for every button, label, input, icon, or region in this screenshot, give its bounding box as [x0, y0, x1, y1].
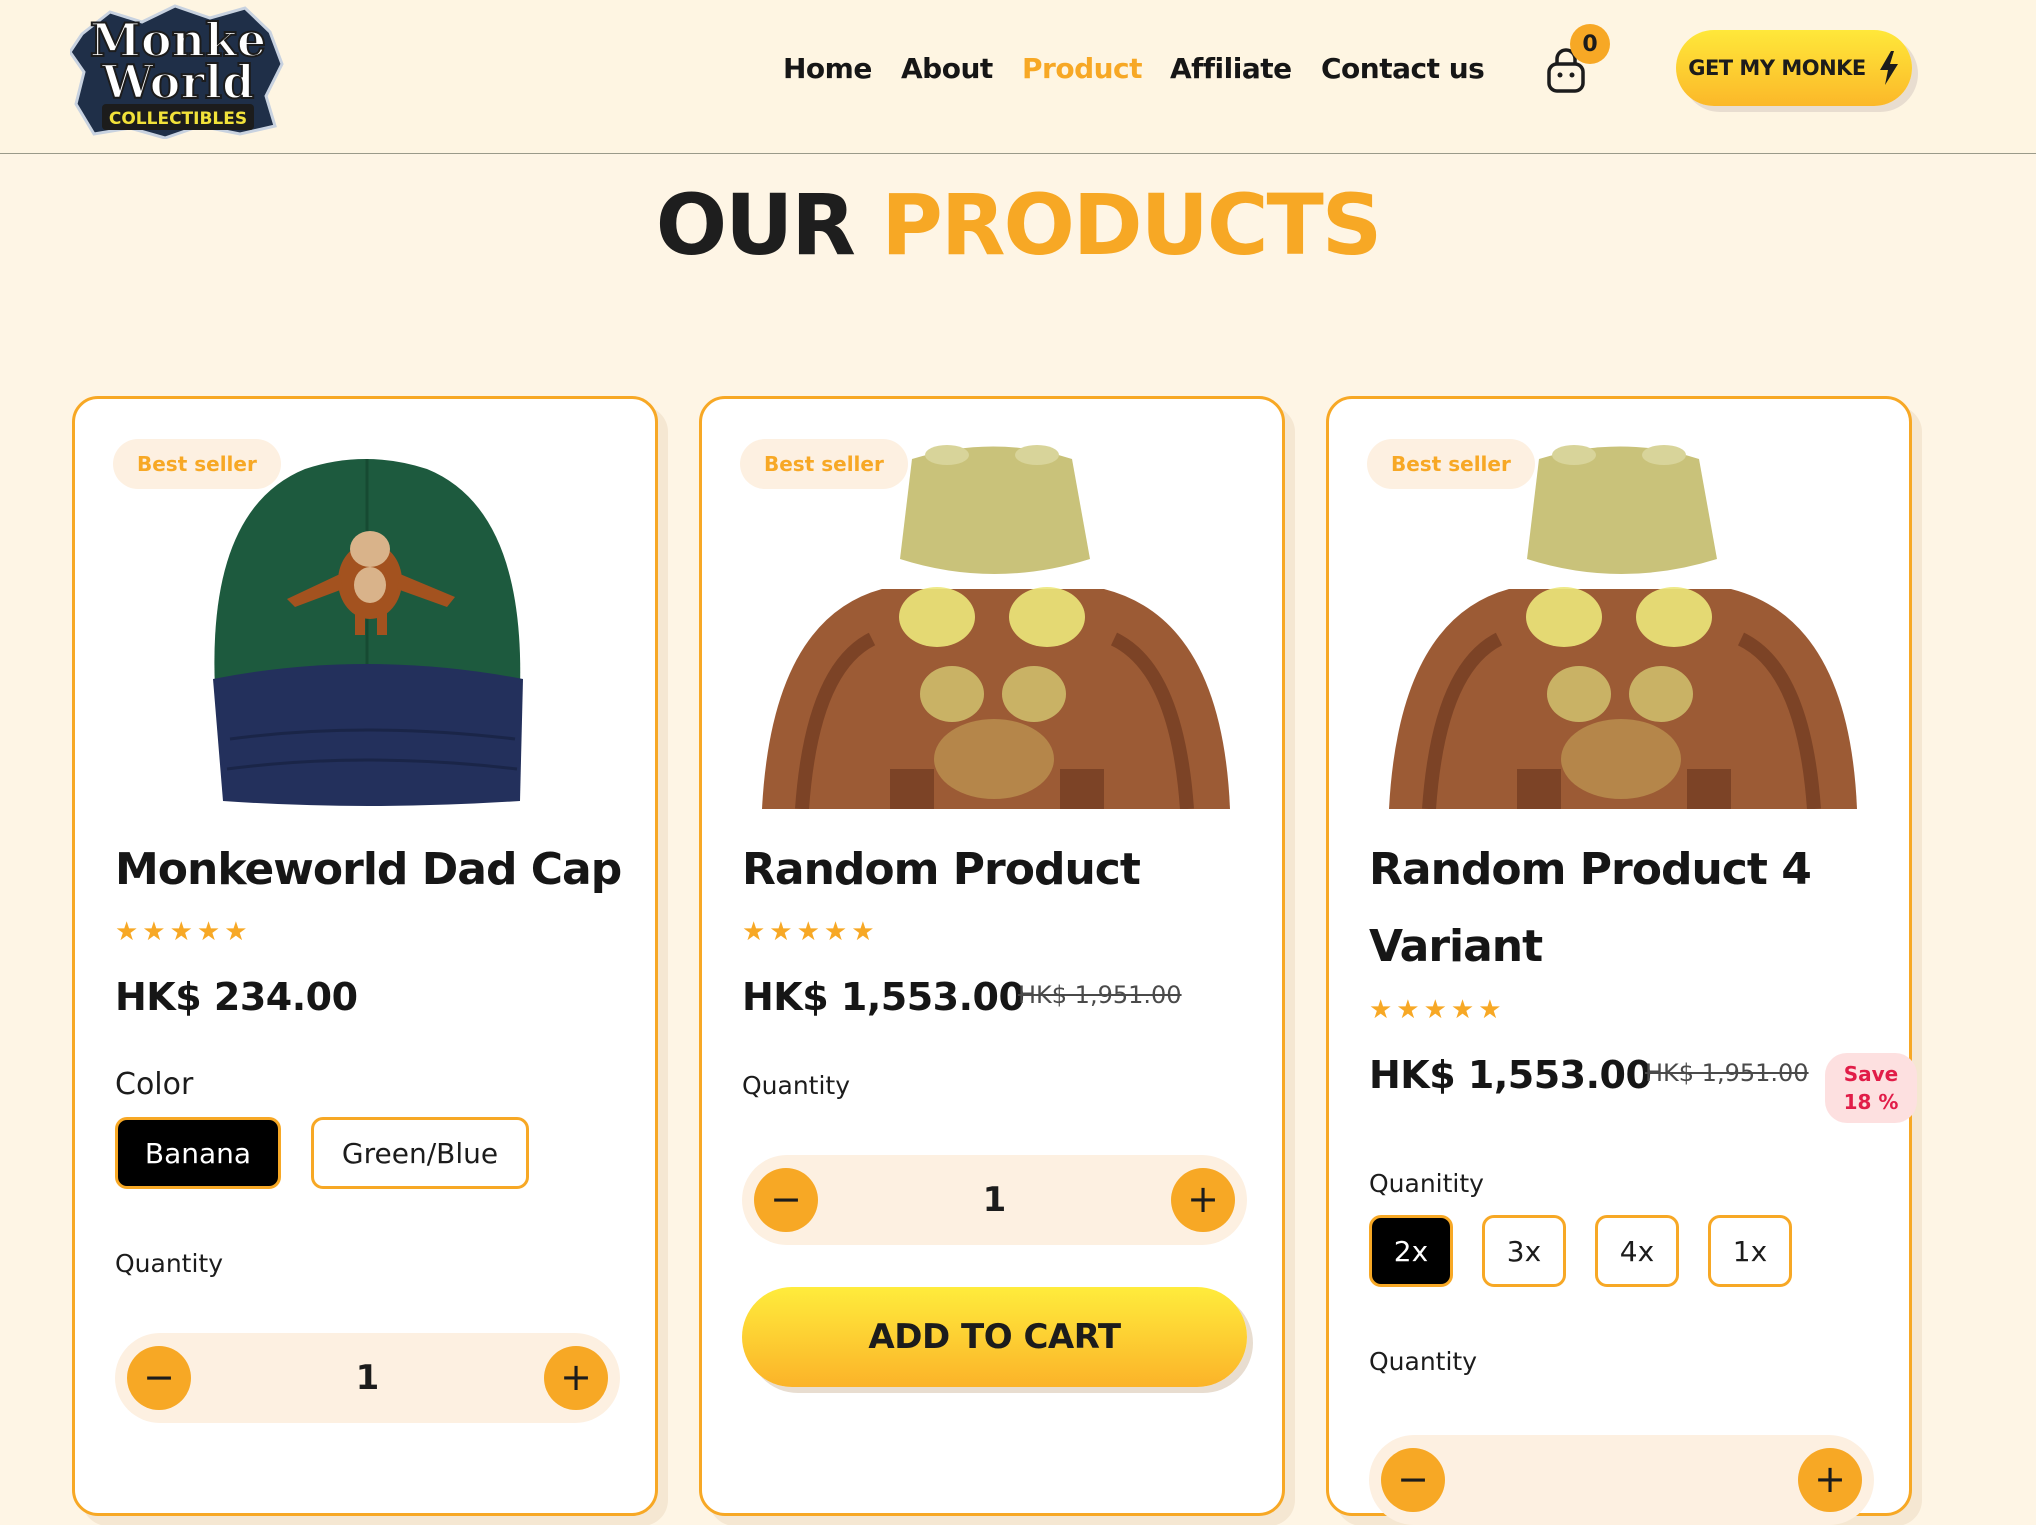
quantity-stepper: − 1 +: [742, 1155, 1247, 1245]
save-label: Save: [1843, 1062, 1899, 1086]
site-header: Monke World COLLECTIBLES Home About Prod…: [0, 0, 2036, 154]
product-price: HK$ 1,553.00: [1369, 1053, 1652, 1097]
best-seller-badge: Best seller: [1367, 439, 1535, 489]
gorilla-toy-image[interactable]: [1369, 439, 1874, 809]
star-rating: ★★★★★: [115, 917, 252, 947]
increase-quantity-button[interactable]: +: [544, 1346, 608, 1410]
best-seller-badge: Best seller: [113, 439, 281, 489]
increase-quantity-button[interactable]: +: [1798, 1448, 1862, 1512]
title-our: OUR: [655, 176, 856, 274]
color-option-banana[interactable]: Banana: [115, 1117, 281, 1189]
product-price: HK$ 1,553.00: [742, 975, 1025, 1019]
cta-label: GET MY MONKE: [1688, 56, 1866, 80]
save-percent-badge: Save 18 %: [1825, 1053, 1917, 1123]
logo-tagline: COLLECTIBLES: [109, 109, 247, 129]
dad-cap-image[interactable]: [115, 439, 620, 809]
nav-home[interactable]: Home: [783, 52, 872, 85]
nav-affiliate[interactable]: Affiliate: [1170, 52, 1292, 85]
quantity-label: Quantity: [742, 1071, 851, 1100]
product-name[interactable]: Random Product: [742, 831, 1252, 908]
product-price: HK$ 234.00: [115, 975, 358, 1019]
star-rating: ★★★★★: [1369, 995, 1506, 1025]
save-percent: 18 %: [1843, 1090, 1899, 1114]
page-title: OUR PRODUCTS: [0, 170, 2036, 280]
nav-product[interactable]: Product: [1022, 52, 1143, 85]
decrease-quantity-button[interactable]: −: [1381, 1448, 1445, 1512]
get-my-monke-button[interactable]: GET MY MONKE: [1676, 30, 1912, 106]
star-rating: ★★★★★: [742, 917, 879, 947]
original-price: HK$ 1,951.00: [1645, 1059, 1809, 1087]
best-seller-badge: Best seller: [740, 439, 908, 489]
pack-option-4x[interactable]: 4x: [1595, 1215, 1679, 1287]
original-price: HK$ 1,951.00: [1018, 981, 1182, 1009]
pack-option-2x[interactable]: 2x: [1369, 1215, 1453, 1287]
lightning-bolt-icon: [1879, 51, 1898, 85]
color-label: Color: [115, 1067, 194, 1102]
nav-contact-us[interactable]: Contact us: [1321, 52, 1485, 85]
monke-world-logo[interactable]: Monke World COLLECTIBLES: [70, 4, 285, 139]
color-option-green-blue[interactable]: Green/Blue: [311, 1117, 529, 1189]
pack-option-1x[interactable]: 1x: [1708, 1215, 1792, 1287]
product-name[interactable]: Monkeworld Dad Cap: [115, 831, 625, 908]
product-card-random-product: Best seller Random Product ★★★★★ HK$ 1,5…: [699, 396, 1285, 1516]
product-name-line2[interactable]: Variant: [1369, 908, 1879, 985]
quantity-label: Quantity: [1369, 1347, 1478, 1376]
product-name-line1[interactable]: Random Product 4: [1369, 831, 1879, 908]
pack-option-3x[interactable]: 3x: [1482, 1215, 1566, 1287]
quantity-label: Quantity: [115, 1249, 224, 1278]
nav-about[interactable]: About: [901, 52, 993, 85]
cart-count-badge: 0: [1570, 24, 1610, 64]
add-to-cart-button[interactable]: ADD TO CART: [742, 1287, 1247, 1387]
product-card-dad-cap: Best seller Monkeworld Dad Cap ★★★★★ HK$…: [72, 396, 658, 1516]
title-products: PRODUCTS: [881, 176, 1382, 274]
quanitity-label: Quanitity: [1369, 1169, 1484, 1198]
quantity-stepper: − +: [1369, 1435, 1874, 1525]
increase-quantity-button[interactable]: +: [1171, 1168, 1235, 1232]
logo-line2: World: [101, 55, 254, 109]
quantity-stepper: − 1 +: [115, 1333, 620, 1423]
gorilla-toy-image[interactable]: [742, 439, 1247, 809]
product-card-random-product-4: Best seller Random Product 4 Variant ★★★…: [1326, 396, 1917, 1525]
